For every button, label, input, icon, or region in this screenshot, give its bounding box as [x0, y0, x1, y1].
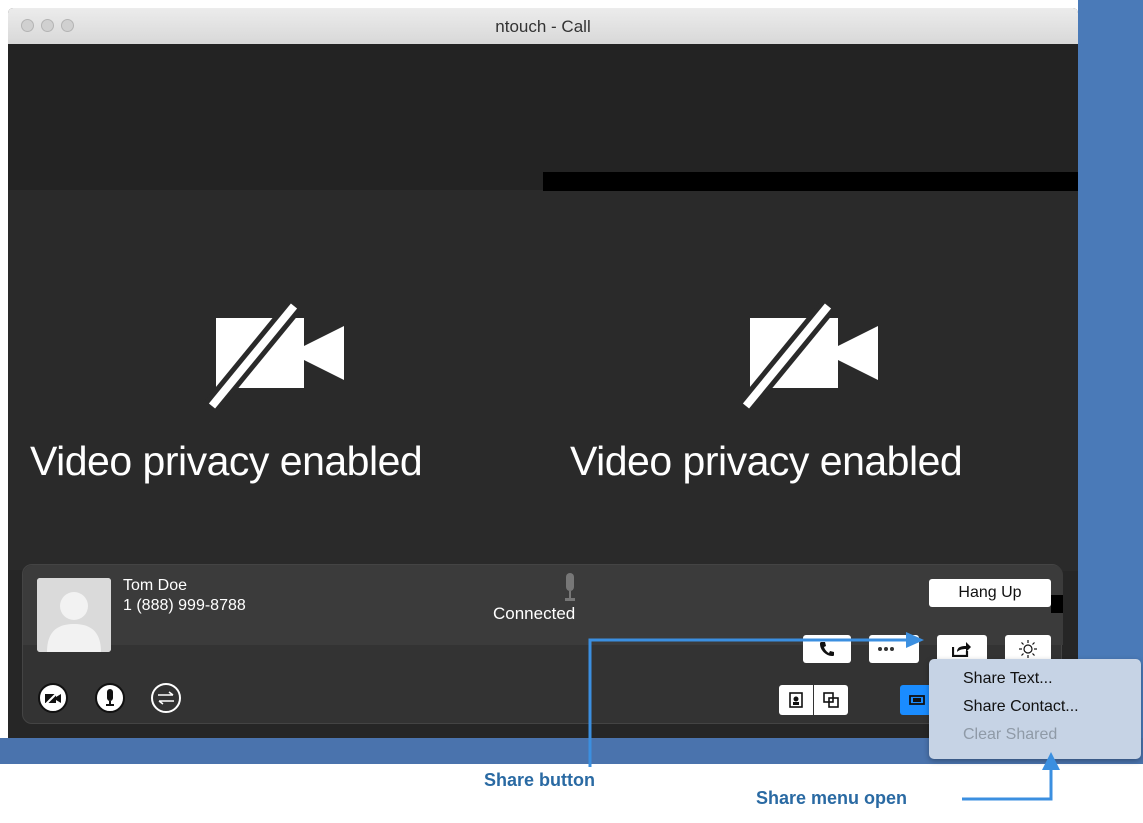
share-menu-arrow — [962, 752, 1060, 801]
share-menu-callout: Share menu open — [756, 788, 908, 808]
annotation-arrows — [588, 632, 1060, 801]
share-button-callout: Share button — [484, 770, 595, 790]
share-button-arrow — [588, 632, 924, 767]
